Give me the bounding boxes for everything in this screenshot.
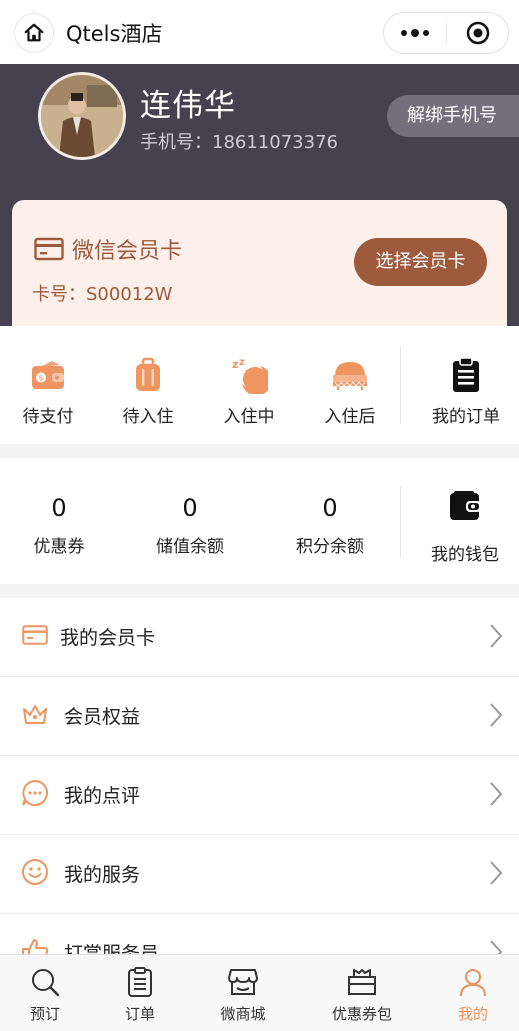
wallet-pay-icon: $ — [32, 361, 64, 389]
coupon-count: 0 — [51, 494, 67, 522]
menu-item-label: 打赏服务员 — [64, 943, 160, 954]
my-orders-label: 我的订单 — [432, 407, 500, 427]
order-pending-checkin[interactable]: 待入住 — [113, 356, 183, 427]
order-checked-in[interactable]: z z z 入住中 — [214, 356, 284, 427]
menu-item-member-card[interactable]: 我的会员卡 — [0, 598, 519, 677]
app-title: Qtels酒店 — [66, 22, 163, 46]
coupon-stat[interactable]: 0 优惠券 — [4, 494, 114, 557]
wallet-divider — [400, 486, 401, 558]
tab-coupon-bag[interactable]: 优惠券包 — [317, 965, 407, 1024]
wallet-icon — [450, 491, 481, 520]
order-label: 待入住 — [122, 407, 174, 427]
avatar[interactable] — [38, 72, 126, 160]
chevron-right-icon — [490, 703, 503, 727]
tab-micro-mall[interactable]: 微商城 — [198, 965, 288, 1024]
points-amount: 0 — [322, 494, 338, 522]
chevron-right-icon — [490, 624, 503, 648]
menu-item-my-services[interactable]: 我的服务 — [0, 835, 519, 914]
coupon-label: 优惠券 — [33, 537, 85, 557]
points-label: 积分余额 — [296, 537, 364, 557]
search-icon — [32, 969, 60, 997]
card-icon — [34, 237, 64, 261]
user-icon — [460, 969, 486, 997]
close-program-button[interactable] — [447, 13, 509, 53]
order-after-checkout[interactable]: 入住后 — [315, 356, 385, 427]
tab-label: 预订 — [29, 1005, 60, 1023]
orders-divider — [400, 346, 401, 424]
mini-program-capsule — [383, 12, 509, 54]
tab-mine[interactable]: 我的 — [428, 965, 518, 1024]
svg-text:z: z — [245, 368, 250, 378]
chevron-right-icon — [490, 940, 503, 954]
smile-icon — [22, 859, 48, 885]
my-wallet-label: 我的钱包 — [431, 545, 499, 565]
card-number-label: 卡号： — [32, 284, 86, 305]
order-status-section: $ 待支付 待入住 z z z 入住中 入住后 我的订单 — [0, 326, 519, 444]
points-stat[interactable]: 0 积分余额 — [275, 494, 385, 557]
svg-text:z: z — [239, 357, 245, 368]
menu-list: 我的会员卡 会员权益 我的点评 我的服务 打赏服务员 — [0, 598, 519, 954]
order-label: 入住后 — [324, 407, 376, 427]
menu-item-label: 我的点评 — [64, 785, 141, 807]
chevron-right-icon — [490, 782, 503, 806]
shop-icon — [228, 969, 258, 995]
crown-icon — [23, 705, 47, 724]
menu-item-label: 我的服务 — [64, 864, 141, 886]
svg-text:$: $ — [38, 374, 43, 383]
card-number-value: S00012W — [86, 284, 173, 305]
tab-orders[interactable]: 订单 — [95, 965, 185, 1024]
tab-booking[interactable]: 预订 — [0, 965, 90, 1024]
stored-value-amount: 0 — [182, 494, 198, 522]
phone-number: 手机号：18611073376 — [140, 128, 338, 154]
avatar-photo — [41, 75, 123, 157]
svg-text:z: z — [232, 358, 238, 371]
phone-label: 手机号： — [140, 132, 212, 153]
sleep-moon-icon: z z z — [232, 357, 268, 394]
comment-icon — [22, 779, 48, 806]
profile-header: 连伟华 手机号：18611073376 解绑手机号 微信会员卡 卡号：S0001… — [0, 64, 519, 326]
card-number: 卡号：S00012W — [32, 280, 172, 306]
home-icon — [24, 23, 44, 42]
member-card-title: 微信会员卡 — [34, 233, 182, 265]
clipboard-icon — [453, 357, 479, 392]
stored-value-label: 储值余额 — [156, 537, 224, 557]
menu-item-my-reviews[interactable]: 我的点评 — [0, 756, 519, 835]
my-orders-button[interactable]: 我的订单 — [430, 356, 502, 427]
top-navbar: Qtels酒店 — [0, 0, 519, 64]
phone-value: 18611073376 — [212, 132, 338, 153]
order-label: 入住中 — [223, 407, 275, 427]
wechat-member-card: 微信会员卡 卡号：S00012W 选择会员卡 — [12, 200, 507, 326]
choose-member-card-button[interactable]: 选择会员卡 — [354, 238, 487, 286]
menu-item-tip-staff[interactable]: 打赏服务员 — [0, 914, 519, 954]
more-dots-icon — [401, 29, 429, 37]
member-card-title-text: 微信会员卡 — [72, 239, 183, 264]
wallet-section: 0 优惠券 0 储值余额 0 积分余额 我的钱包 — [0, 458, 519, 584]
more-button[interactable] — [384, 13, 446, 53]
bed-icon — [333, 362, 367, 390]
luggage-icon — [136, 357, 160, 391]
menu-item-label: 我的会员卡 — [60, 627, 156, 649]
chevron-right-icon — [490, 861, 503, 885]
list-icon — [128, 967, 152, 997]
stored-value-stat[interactable]: 0 储值余额 — [135, 494, 245, 557]
target-circle-icon — [466, 21, 490, 45]
tab-label: 微商城 — [220, 1005, 266, 1023]
card-icon — [22, 625, 48, 645]
order-label: 待支付 — [22, 407, 74, 427]
unbind-phone-button[interactable]: 解绑手机号 — [387, 95, 519, 137]
menu-item-member-benefits[interactable]: 会员权益 — [0, 677, 519, 756]
user-name: 连伟华 — [140, 88, 236, 124]
menu-item-label: 会员权益 — [64, 706, 141, 728]
tab-label: 优惠券包 — [331, 1005, 392, 1023]
thumbs-up-icon — [22, 939, 49, 954]
order-pending-payment[interactable]: $ 待支付 — [13, 356, 83, 427]
bottom-tabbar: 预订 订单 微商城 优惠券包 我的 — [0, 954, 519, 1031]
my-wallet-button[interactable]: 我的钱包 — [420, 490, 510, 565]
coupon-bag-icon — [348, 969, 376, 995]
home-button[interactable] — [14, 13, 54, 53]
tab-label: 订单 — [124, 1005, 155, 1023]
tab-label: 我的 — [457, 1005, 488, 1023]
